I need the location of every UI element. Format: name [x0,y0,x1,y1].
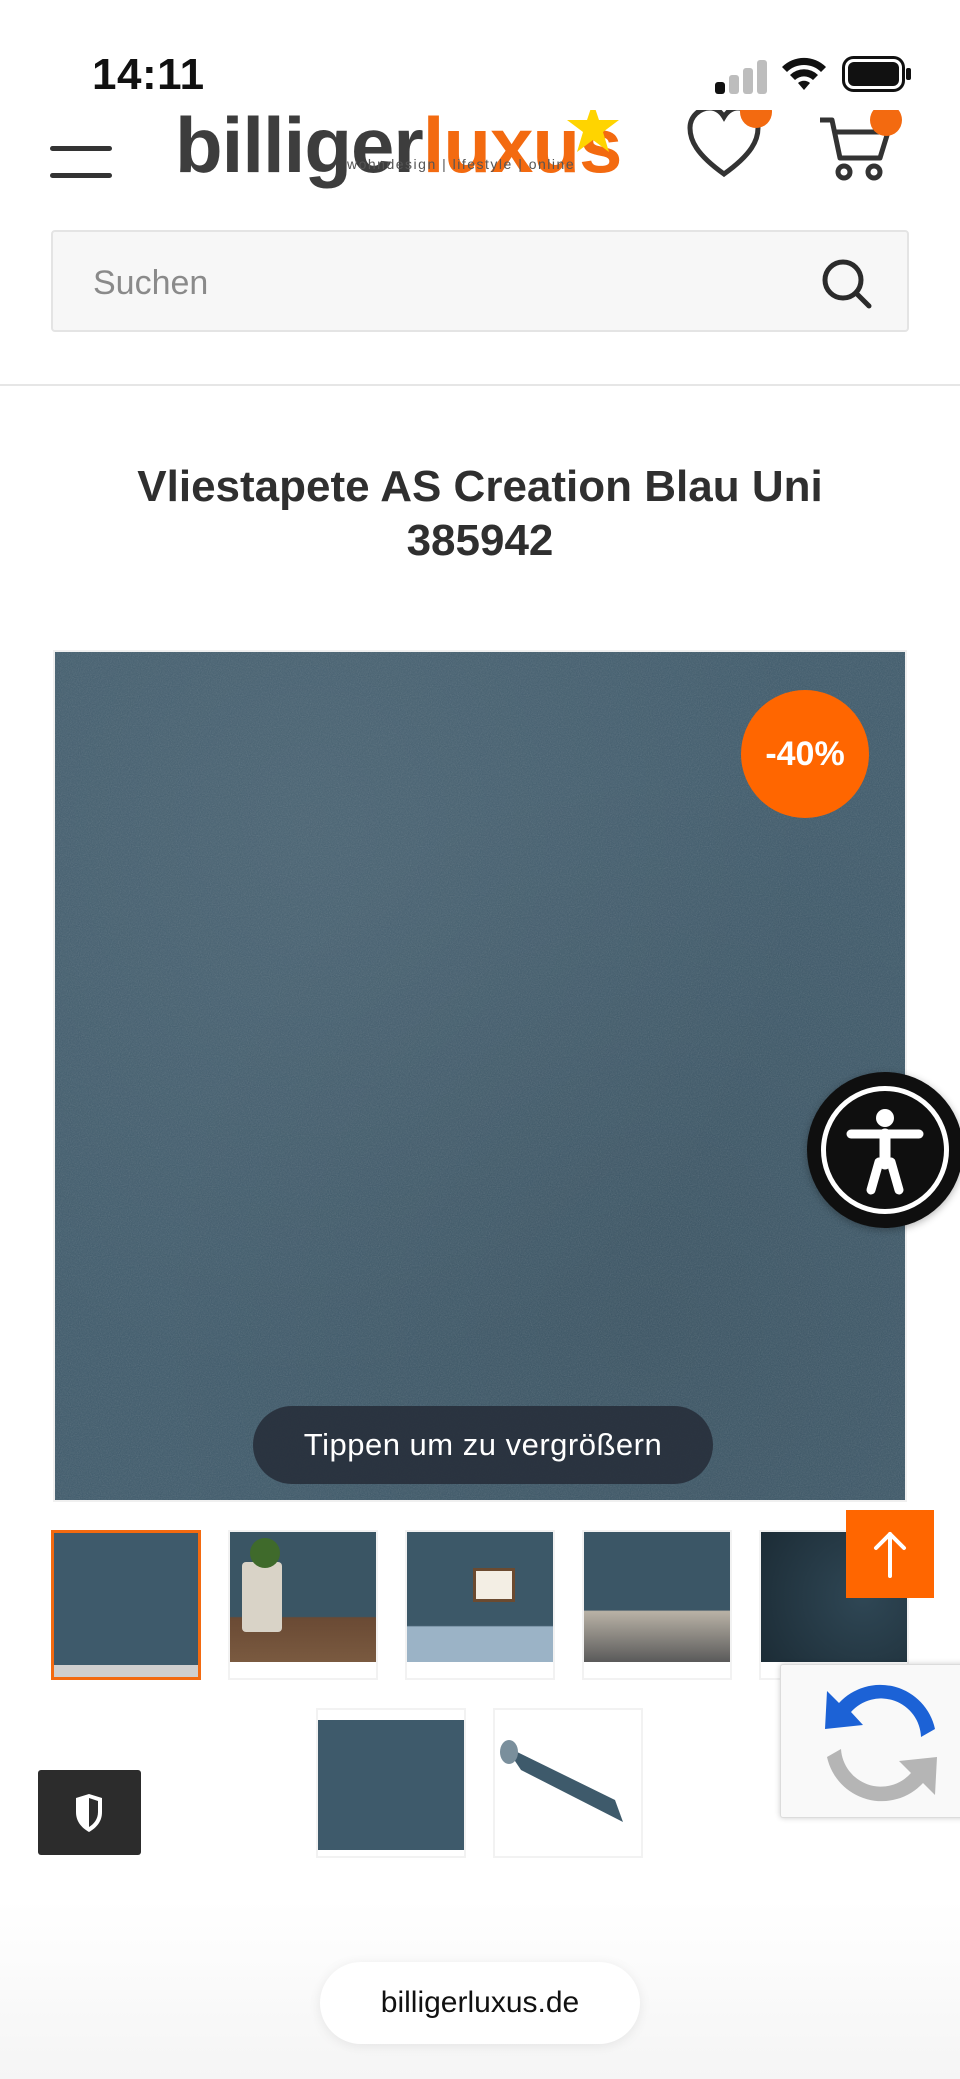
menu-icon[interactable] [50,132,114,178]
cellular-signal-icon [715,58,767,94]
star-icon [567,110,619,152]
accessibility-icon [846,1109,924,1195]
thumbnail-2[interactable] [228,1530,378,1680]
wifi-icon [782,57,826,90]
thumbnail-3[interactable] [405,1530,555,1680]
recaptcha-badge[interactable] [780,1664,960,1818]
product-main-image[interactable]: -40% Tippen um zu vergrößern [53,650,907,1502]
wallpaper-roll-image [500,1740,623,1822]
status-time: 14:11 [92,50,205,99]
thumbnail-4[interactable] [582,1530,732,1680]
site-logo[interactable]: billigerluxus wohndesign | lifestyle | o… [175,110,635,190]
shield-icon [76,1794,102,1832]
discount-badge: -40% [741,690,869,818]
product-title: Vliestapete AS Creation Blau Uni 385942 [137,462,823,565]
privacy-settings-button[interactable] [38,1770,141,1855]
logo-tagline: wohndesign | lifestyle | online [347,156,576,172]
recaptcha-icon [825,1684,937,1802]
battery-icon [842,56,911,92]
browser-url-bar[interactable]: billigerluxus.de [320,1962,640,2044]
status-bar: 14:11 [0,0,960,120]
back-to-top-button[interactable] [846,1510,934,1598]
zoom-hint[interactable]: Tippen um zu vergrößern [253,1406,713,1484]
page: 14:11 billigerluxus wohndesign | lifesty… [0,0,960,2079]
arrow-up-icon [874,1532,906,1578]
wishlist-button[interactable] [686,110,772,184]
search-input[interactable] [93,258,793,308]
thumbnail-6[interactable] [316,1708,466,1858]
cart-count-badge [870,110,902,136]
header-divider [0,384,960,386]
accessibility-button[interactable] [807,1072,960,1228]
thumbnail-1[interactable] [51,1530,201,1680]
search-icon[interactable] [819,256,875,312]
site-header: billigerluxus wohndesign | lifestyle | o… [0,110,960,190]
search-bar [51,230,909,332]
cart-button[interactable] [816,110,902,190]
logo-text-dark: billiger [175,110,424,189]
thumbnail-7[interactable] [493,1708,643,1858]
